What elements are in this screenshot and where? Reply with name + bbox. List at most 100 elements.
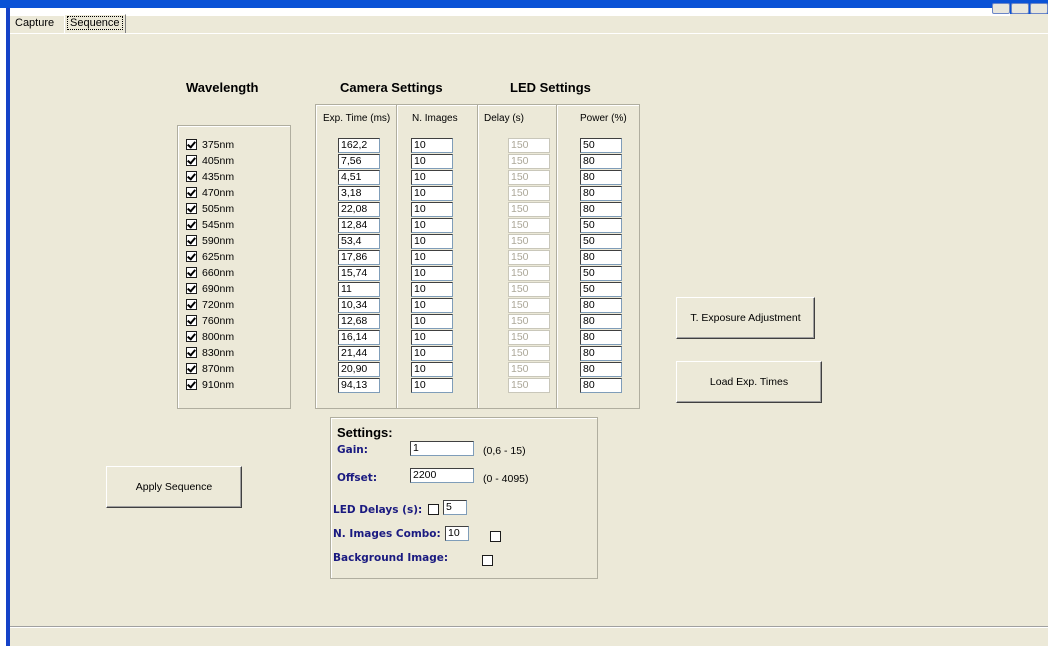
n-images-input[interactable]: 10 xyxy=(411,298,453,313)
wavelength-row[interactable]: 375nm xyxy=(186,137,234,153)
tab-sequence[interactable]: Sequence xyxy=(64,14,126,33)
exp-time-input[interactable]: 21,44 xyxy=(338,346,380,361)
power-input[interactable]: 80 xyxy=(580,314,622,329)
exp-time-input[interactable]: 12,68 xyxy=(338,314,380,329)
n-images-input[interactable]: 10 xyxy=(411,170,453,185)
delay-input[interactable]: 150 xyxy=(508,250,550,265)
wavelength-checkbox[interactable] xyxy=(186,330,197,342)
wavelength-checkbox[interactable] xyxy=(186,298,197,310)
exp-time-input[interactable]: 20,90 xyxy=(338,362,380,377)
wavelength-checkbox[interactable] xyxy=(186,346,197,358)
power-input[interactable]: 80 xyxy=(580,202,622,217)
wavelength-row[interactable]: 800nm xyxy=(186,329,234,345)
exposure-adjustment-button[interactable]: T. Exposure Adjustment xyxy=(676,297,815,339)
power-input[interactable]: 80 xyxy=(580,186,622,201)
n-images-input[interactable]: 10 xyxy=(411,314,453,329)
wavelength-row[interactable]: 690nm xyxy=(186,281,234,297)
wavelength-row[interactable]: 625nm xyxy=(186,249,234,265)
n-images-input[interactable]: 10 xyxy=(411,202,453,217)
delay-input[interactable]: 150 xyxy=(508,186,550,201)
n-images-combo-input[interactable]: 10 xyxy=(445,526,469,541)
background-image-checkbox[interactable] xyxy=(482,554,494,566)
n-images-input[interactable]: 10 xyxy=(411,250,453,265)
exp-time-input[interactable]: 12,84 xyxy=(338,218,380,233)
wavelength-row[interactable]: 545nm xyxy=(186,217,234,233)
delay-input[interactable]: 150 xyxy=(508,362,550,377)
delay-input[interactable]: 150 xyxy=(508,138,550,153)
n-images-input[interactable]: 10 xyxy=(411,234,453,249)
delay-input[interactable]: 150 xyxy=(508,218,550,233)
n-images-input[interactable]: 10 xyxy=(411,138,453,153)
power-input[interactable]: 50 xyxy=(580,282,622,297)
power-input[interactable]: 80 xyxy=(580,378,622,393)
wavelength-row[interactable]: 830nm xyxy=(186,345,234,361)
exp-time-input[interactable]: 3,18 xyxy=(338,186,380,201)
delay-input[interactable]: 150 xyxy=(508,346,550,361)
exp-time-input[interactable]: 162,2 xyxy=(338,138,380,153)
wavelength-checkbox[interactable] xyxy=(186,234,197,246)
wavelength-checkbox[interactable] xyxy=(186,154,197,166)
n-images-input[interactable]: 10 xyxy=(411,362,453,377)
wavelength-checkbox[interactable] xyxy=(186,314,197,326)
wavelength-checkbox[interactable] xyxy=(186,282,197,294)
wavelength-checkbox[interactable] xyxy=(186,362,197,374)
wavelength-checkbox[interactable] xyxy=(186,186,197,198)
n-images-combo-checkbox[interactable] xyxy=(490,530,502,542)
tab-capture[interactable]: Capture xyxy=(12,15,57,32)
power-input[interactable]: 80 xyxy=(580,346,622,361)
power-input[interactable]: 80 xyxy=(580,154,622,169)
wavelength-checkbox[interactable] xyxy=(186,266,197,278)
power-input[interactable]: 50 xyxy=(580,234,622,249)
n-images-input[interactable]: 10 xyxy=(411,346,453,361)
wavelength-row[interactable]: 760nm xyxy=(186,313,234,329)
wavelength-checkbox[interactable] xyxy=(186,378,197,390)
exp-time-input[interactable]: 16,14 xyxy=(338,330,380,345)
n-images-input[interactable]: 10 xyxy=(411,266,453,281)
power-input[interactable]: 80 xyxy=(580,298,622,313)
delay-input[interactable]: 150 xyxy=(508,202,550,217)
delay-input[interactable]: 150 xyxy=(508,282,550,297)
n-images-input[interactable]: 10 xyxy=(411,154,453,169)
led-delays-input[interactable]: 5 xyxy=(443,500,467,515)
offset-input[interactable]: 2200 xyxy=(410,468,474,483)
exp-time-input[interactable]: 7,56 xyxy=(338,154,380,169)
exp-time-input[interactable]: 17,86 xyxy=(338,250,380,265)
power-input[interactable]: 80 xyxy=(580,362,622,377)
exp-time-input[interactable]: 4,51 xyxy=(338,170,380,185)
power-input[interactable]: 80 xyxy=(580,170,622,185)
wavelength-row[interactable]: 910nm xyxy=(186,377,234,393)
power-input[interactable]: 50 xyxy=(580,218,622,233)
wavelength-checkbox[interactable] xyxy=(186,170,197,182)
delay-input[interactable]: 150 xyxy=(508,378,550,393)
delay-input[interactable]: 150 xyxy=(508,266,550,281)
delay-input[interactable]: 150 xyxy=(508,170,550,185)
wavelength-row[interactable]: 660nm xyxy=(186,265,234,281)
apply-sequence-button[interactable]: Apply Sequence xyxy=(106,466,242,508)
wavelength-row[interactable]: 435nm xyxy=(186,169,234,185)
wavelength-checkbox[interactable] xyxy=(186,250,197,262)
exp-time-input[interactable]: 94,13 xyxy=(338,378,380,393)
n-images-input[interactable]: 10 xyxy=(411,282,453,297)
n-images-input[interactable]: 10 xyxy=(411,218,453,233)
load-exp-times-button[interactable]: Load Exp. Times xyxy=(676,361,822,403)
wavelength-row[interactable]: 870nm xyxy=(186,361,234,377)
gain-input[interactable]: 1 xyxy=(410,441,474,456)
delay-input[interactable]: 150 xyxy=(508,154,550,169)
maximize-icon[interactable] xyxy=(1011,3,1029,14)
wavelength-checkbox[interactable] xyxy=(186,218,197,230)
delay-input[interactable]: 150 xyxy=(508,330,550,345)
n-images-input[interactable]: 10 xyxy=(411,186,453,201)
exp-time-input[interactable]: 53,4 xyxy=(338,234,380,249)
minimize-icon[interactable] xyxy=(992,3,1010,14)
wavelength-row[interactable]: 590nm xyxy=(186,233,234,249)
wavelength-row[interactable]: 505nm xyxy=(186,201,234,217)
power-input[interactable]: 50 xyxy=(580,138,622,153)
delay-input[interactable]: 150 xyxy=(508,298,550,313)
n-images-input[interactable]: 10 xyxy=(411,378,453,393)
wavelength-row[interactable]: 470nm xyxy=(186,185,234,201)
wavelength-row[interactable]: 720nm xyxy=(186,297,234,313)
wavelength-checkbox[interactable] xyxy=(186,138,197,150)
delay-input[interactable]: 150 xyxy=(508,314,550,329)
close-icon[interactable] xyxy=(1030,3,1048,14)
led-delays-checkbox[interactable] xyxy=(428,503,439,515)
